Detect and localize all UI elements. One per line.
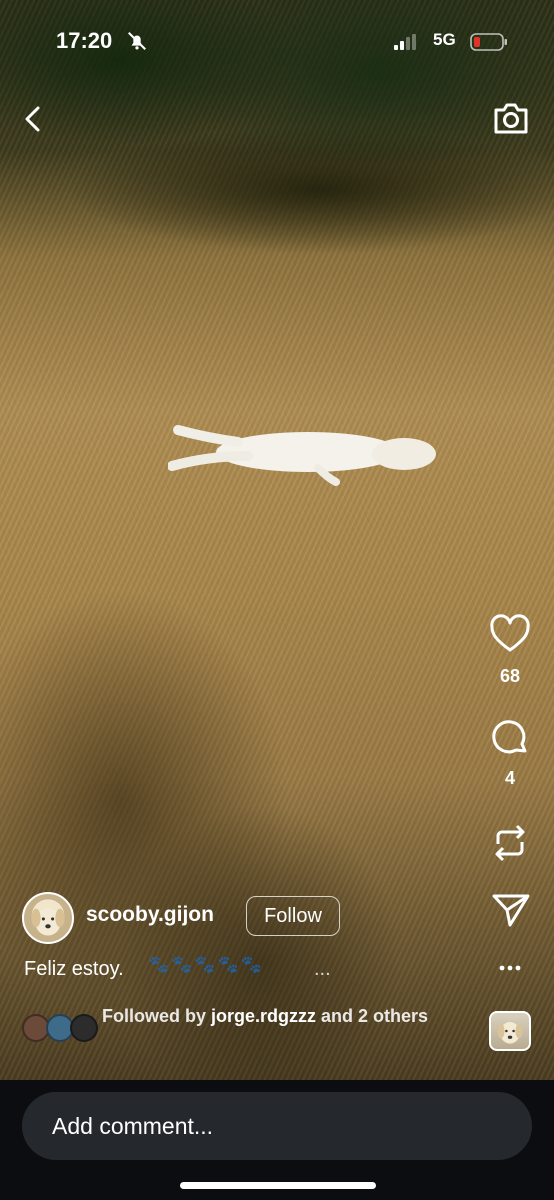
status-time: 17:20: [56, 28, 113, 53]
repost-icon[interactable]: [486, 822, 534, 864]
more-icon[interactable]: [486, 958, 534, 978]
comment-icon[interactable]: [486, 718, 534, 758]
back-icon[interactable]: [18, 102, 48, 136]
heart-icon[interactable]: [486, 614, 534, 654]
camera-icon[interactable]: [492, 100, 530, 136]
follower-avatar: [70, 1014, 98, 1042]
dog-thumbnail-icon: [497, 1022, 523, 1044]
bell-muted-icon: [128, 32, 146, 50]
video-subject-dog: [168, 425, 436, 486]
followed-by-text[interactable]: Followed by jorge.rdgzzz and 2 others: [102, 1005, 432, 1028]
followed-by-name[interactable]: jorge.rdgzzz: [211, 1006, 316, 1026]
followed-by-prefix: Followed by: [102, 1006, 212, 1026]
network-type: 5G: [433, 30, 456, 49]
post-caption[interactable]: Feliz estoy.: [24, 958, 124, 981]
author-avatar[interactable]: [22, 892, 74, 944]
followed-by-suffix: and 2 others: [316, 1006, 429, 1026]
author-username[interactable]: scooby.gijon: [86, 903, 214, 927]
share-icon[interactable]: [486, 892, 534, 928]
home-indicator[interactable]: [180, 1182, 376, 1189]
followers-avatars: [22, 1014, 100, 1042]
status-bar: 17:20 5G: [0, 24, 554, 60]
follow-button[interactable]: Follow: [246, 896, 340, 936]
comment-count: 4: [504, 768, 515, 788]
add-comment-field[interactable]: Add comment...: [22, 1092, 532, 1160]
audio-thumbnail[interactable]: [489, 1011, 531, 1051]
battery-icon: [470, 33, 507, 51]
signal-icon: [394, 34, 416, 50]
paw-emojis: 🐾🐾🐾🐾🐾: [148, 955, 264, 974]
caption-more[interactable]: ...: [314, 958, 331, 981]
like-count: 68: [499, 666, 521, 686]
dog-avatar-icon: [31, 907, 65, 936]
